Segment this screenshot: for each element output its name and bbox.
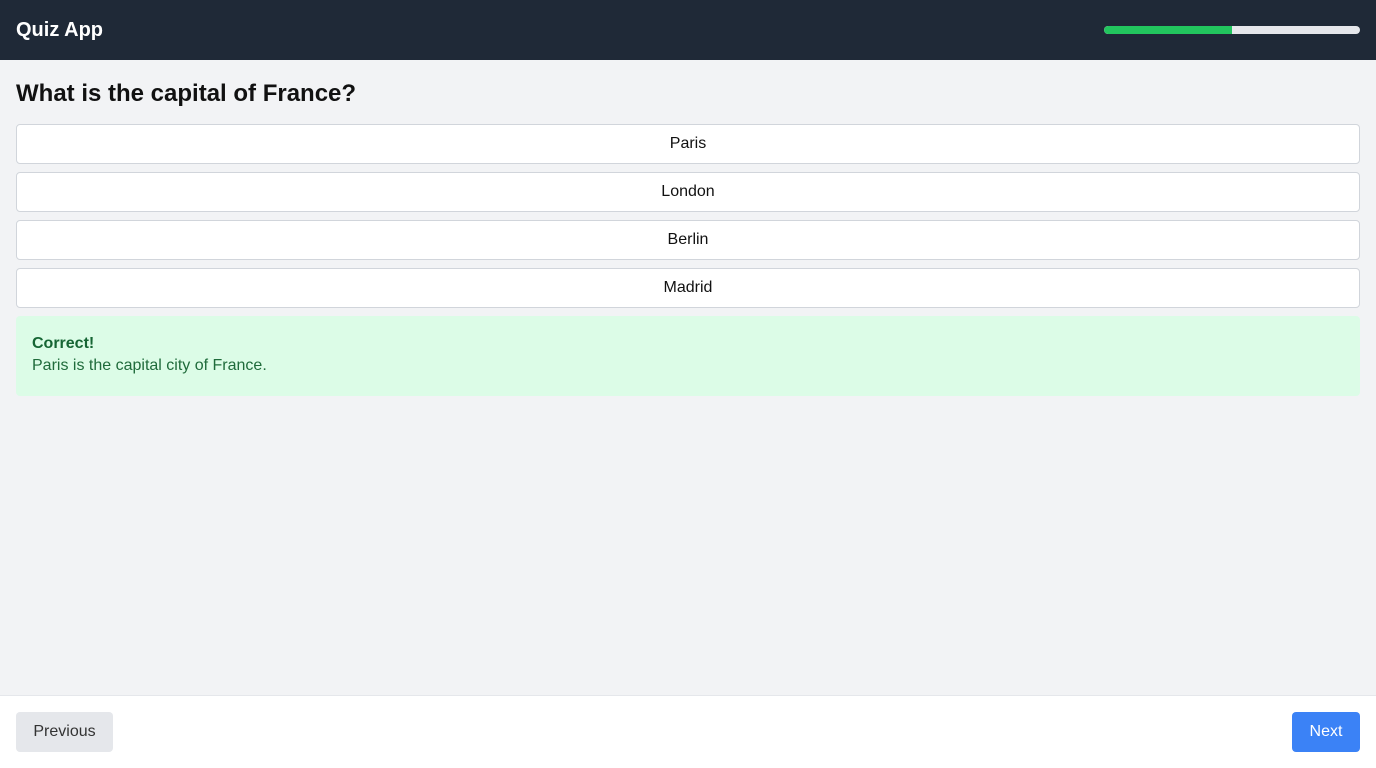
progress-fill	[1104, 26, 1232, 34]
feedback-message: Paris is the capital city of France.	[32, 357, 267, 374]
progress-bar	[1104, 26, 1360, 34]
answer-options: Paris London Berlin Madrid	[16, 124, 1360, 308]
feedback-title: Correct!	[32, 335, 95, 352]
question-text: What is the capital of France?	[16, 80, 357, 107]
answer-option-berlin[interactable]: Berlin	[16, 220, 1360, 260]
previous-button[interactable]: Previous	[16, 712, 113, 752]
answer-option-london[interactable]: London	[16, 172, 1360, 212]
app-header: Quiz App	[0, 0, 1376, 60]
navigation-footer: Previous Next	[0, 695, 1376, 768]
next-button[interactable]: Next	[1292, 712, 1360, 752]
app-title: Quiz App	[16, 18, 104, 41]
feedback-panel: Correct! Paris is the capital city of Fr…	[16, 316, 1360, 396]
answer-option-paris[interactable]: Paris	[16, 124, 1360, 164]
quiz-main: What is the capital of France? Paris Lon…	[16, 60, 1360, 396]
answer-option-madrid[interactable]: Madrid	[16, 268, 1360, 308]
